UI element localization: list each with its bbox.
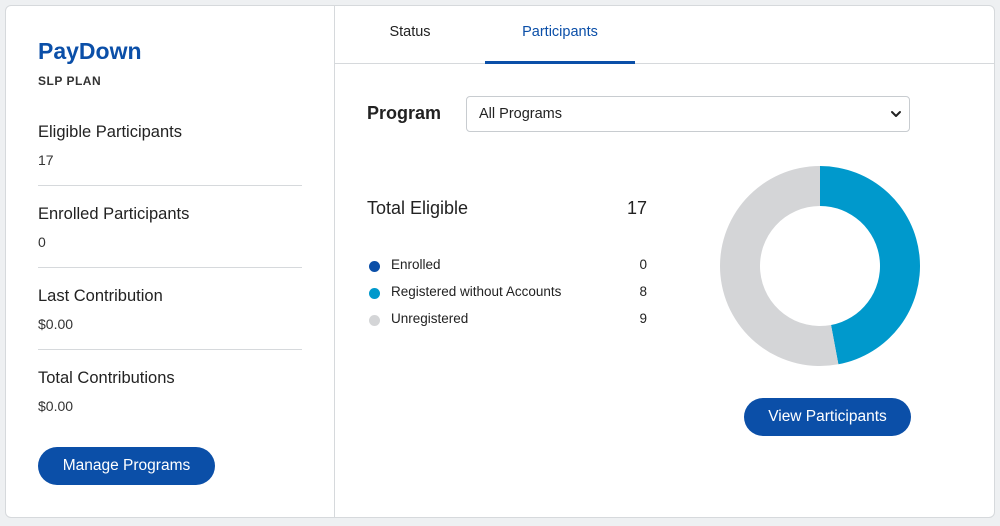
legend-item-enrolled: Enrolled 0: [369, 257, 647, 275]
plan-card: PayDown SLP PLAN Eligible Participants 1…: [5, 5, 995, 518]
stat-last-contribution: Last Contribution $0.00: [38, 287, 302, 332]
program-label: Program: [367, 103, 442, 123]
tab-participants[interactable]: Participants: [485, 6, 635, 64]
stat-label: Eligible Participants: [38, 123, 182, 141]
legend-value: 0: [639, 257, 647, 272]
stat-eligible-participants: Eligible Participants 17: [38, 123, 302, 168]
tab-status[interactable]: Status: [335, 6, 485, 63]
stat-enrolled-participants: Enrolled Participants 0: [38, 205, 302, 250]
total-eligible-label: Total Eligible: [367, 198, 469, 218]
legend-value: 9: [639, 311, 647, 326]
stat-value: 17: [38, 152, 54, 168]
legend-label: Enrolled: [391, 257, 441, 272]
manage-programs-button[interactable]: Manage Programs: [38, 447, 215, 485]
participants-panel: Status Participants Program All Programs…: [335, 6, 994, 517]
stat-label: Enrolled Participants: [38, 205, 190, 223]
stat-total-contributions: Total Contributions $0.00: [38, 369, 302, 414]
stat-label: Total Contributions: [38, 369, 175, 387]
plan-title: PayDown: [38, 38, 142, 64]
divider: [38, 349, 302, 350]
legend-label: Registered without Accounts: [391, 284, 562, 299]
chevron-down-icon: [891, 111, 901, 117]
legend-dot: [369, 315, 380, 326]
participants-donut-chart: [720, 166, 920, 366]
legend-value: 8: [639, 284, 647, 299]
divider: [38, 267, 302, 268]
legend-item-registered: Registered without Accounts 8: [369, 284, 647, 302]
legend-label: Unregistered: [391, 311, 469, 326]
divider: [38, 185, 302, 186]
donut-slice-registered: [820, 166, 920, 365]
legend-item-unregistered: Unregistered 9: [369, 311, 647, 329]
tab-bar: Status Participants: [335, 6, 994, 64]
total-eligible-value: 17: [626, 198, 647, 218]
plan-summary-panel: PayDown SLP PLAN Eligible Participants 1…: [6, 6, 335, 517]
view-participants-button[interactable]: View Participants: [744, 398, 911, 436]
program-select[interactable]: All Programs: [466, 96, 910, 132]
program-select-value: All Programs: [479, 106, 562, 122]
stat-value: $0.00: [38, 316, 74, 332]
stat-value: 0: [38, 234, 46, 250]
stat-value: $0.00: [38, 398, 74, 414]
stat-label: Last Contribution: [38, 287, 163, 305]
legend-dot: [369, 261, 380, 272]
plan-subtitle: SLP PLAN: [38, 74, 102, 88]
legend-dot: [369, 288, 380, 299]
